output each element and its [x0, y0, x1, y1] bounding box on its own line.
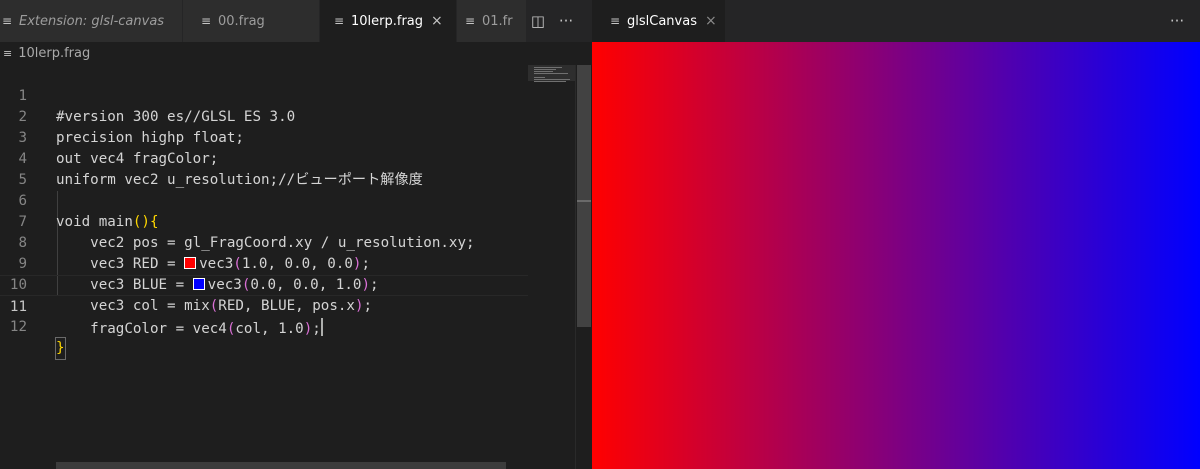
code-token: fragColor = vec4 [56, 321, 227, 337]
code-line: 10 vec3 col = mix(RED, BLUE, pos.x); [0, 254, 528, 314]
text-cursor [320, 318, 323, 336]
tab-bar-right: ≡ glslCanvas × ··· [592, 0, 1200, 42]
minimap[interactable] [528, 65, 575, 469]
scrollbar-cursor-marker [577, 200, 591, 202]
code-editor[interactable]: 1 #version 300 es//GLSL ES 3.0 2 precisi… [0, 65, 592, 469]
file-lines-icon: ≡ [3, 46, 13, 60]
breadcrumb: ≡ 10lerp.frag [0, 42, 592, 64]
tab-01-frag[interactable]: ≡ 01.fr [457, 0, 527, 42]
vertical-scrollbar[interactable] [575, 65, 592, 469]
tab-label: glslCanvas [627, 13, 697, 29]
breadcrumb-file[interactable]: 10lerp.frag [18, 46, 90, 61]
gradient-render [592, 42, 1200, 469]
code-token: col, 1.0 [235, 321, 304, 337]
code-line: 1 #version 300 es//GLSL ES 3.0 [0, 65, 528, 125]
file-lines-icon: ≡ [334, 14, 345, 28]
code-text: } [55, 337, 66, 360]
split-editor-icon[interactable]: ◫ [527, 0, 549, 42]
code-line: 4 uniform vec2 u_resolution;//ビューポート解像度 [0, 128, 528, 188]
file-lines-icon: ≡ [465, 14, 476, 28]
tab-label: Extension: glsl-canvas [19, 13, 165, 29]
file-lines-icon: ≡ [610, 14, 621, 28]
scrollbar-thumb[interactable] [577, 65, 591, 327]
editor-group-left: ≡ Extension: glsl-canvas ≡ 00.frag ≡ 10l… [0, 0, 592, 469]
line-number: 12 [9, 319, 27, 335]
close-icon[interactable]: × [431, 13, 443, 29]
bracket: ) [303, 321, 313, 337]
code-line: 12 } [0, 296, 528, 360]
tab-00-frag[interactable]: ≡ 00.frag [183, 0, 320, 42]
code-line: 6 void main(){ [0, 170, 528, 230]
tab-label: 10lerp.frag [351, 13, 424, 29]
tab-glslcanvas[interactable]: ≡ glslCanvas × [592, 0, 726, 42]
code-line: 9 vec3 BLUE = vec3(0.0, 0.0, 1.0); [0, 233, 528, 293]
editor-group-right: ≡ glslCanvas × ··· [592, 0, 1200, 469]
code-line-current: 11 fragColor = vec4(col, 1.0); [0, 275, 528, 337]
code-line: 8 vec3 RED = vec3(1.0, 0.0, 0.0); [0, 212, 528, 272]
code-line: 3 out vec4 fragColor; [0, 107, 528, 167]
file-lines-icon: ≡ [2, 14, 13, 28]
close-icon[interactable]: × [705, 13, 717, 29]
code-line: 5 [0, 149, 528, 188]
tab-label: 01.fr [482, 13, 513, 29]
tab-bar-left: ≡ Extension: glsl-canvas ≡ 00.frag ≡ 10l… [0, 0, 592, 42]
glsl-canvas-preview[interactable] [592, 42, 1200, 469]
more-actions-icon[interactable]: ··· [554, 0, 578, 42]
code-line: 7 vec2 pos = gl_FragCoord.xy / u_resolut… [0, 191, 528, 251]
tab-label: 00.frag [218, 13, 265, 29]
horizontal-scrollbar[interactable] [56, 462, 506, 469]
code-token: ; [312, 321, 321, 337]
tab-10lerp-frag[interactable]: ≡ 10lerp.frag × [320, 0, 457, 42]
more-actions-icon[interactable]: ··· [1162, 0, 1192, 42]
tab-extension-glsl-canvas[interactable]: ≡ Extension: glsl-canvas [0, 0, 183, 42]
code-line: 2 precision highp float; [0, 86, 528, 146]
file-lines-icon: ≡ [201, 14, 212, 28]
code-text: fragColor = vec4(col, 1.0); [56, 318, 323, 340]
